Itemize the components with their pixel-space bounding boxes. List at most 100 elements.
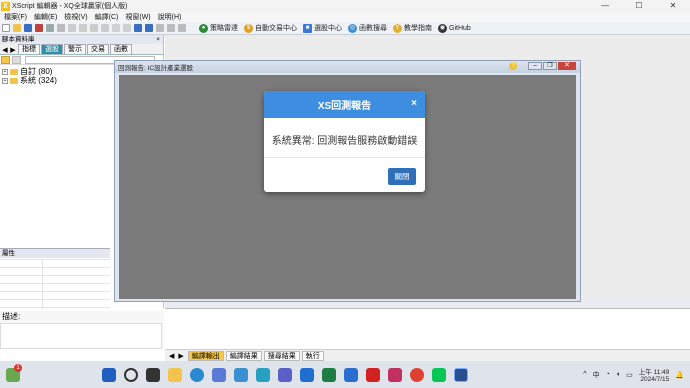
battery-icon[interactable]: ▭ bbox=[626, 371, 633, 379]
menu-bar: 檔案(F) 編輯(E) 檢視(V) 編譯(C) 視窗(W) 說明(H) bbox=[0, 12, 690, 22]
window-title: XScript 編輯器 - XQ全球贏家(個人版) bbox=[12, 3, 128, 10]
store-icon[interactable] bbox=[234, 367, 248, 382]
tab-compile-output[interactable]: 編譯輸出 bbox=[187, 350, 224, 361]
teams-icon[interactable] bbox=[212, 367, 226, 382]
menu-compile[interactable]: 編譯(C) bbox=[95, 12, 119, 22]
ime-indicator[interactable]: 中 bbox=[593, 370, 600, 380]
search-icon[interactable] bbox=[124, 367, 138, 382]
start-icon[interactable] bbox=[102, 367, 116, 382]
paste-icon[interactable] bbox=[68, 24, 76, 32]
teams-chat-icon[interactable] bbox=[278, 367, 292, 382]
new-file-icon[interactable] bbox=[2, 24, 10, 32]
menu-help[interactable]: 說明(H) bbox=[158, 12, 182, 22]
expand-icon[interactable]: + bbox=[2, 77, 8, 84]
maximize-button[interactable]: ☐ bbox=[622, 0, 656, 12]
tab-next-icon[interactable]: ▶ bbox=[178, 352, 183, 360]
chart-app-icon[interactable] bbox=[256, 367, 270, 382]
child-minimize-button[interactable]: – bbox=[528, 62, 542, 70]
dialog-header: XS回測報告 × bbox=[264, 91, 425, 118]
outdent-icon[interactable] bbox=[123, 24, 131, 32]
stock-screener-link[interactable]: ■ 選股中心 bbox=[303, 23, 342, 33]
menu-edit[interactable]: 編輯(E) bbox=[34, 12, 57, 22]
task-view-icon[interactable] bbox=[146, 367, 160, 382]
properties-title: 屬性 bbox=[2, 250, 15, 257]
clock[interactable]: 上午 11:49 2024/7/15 bbox=[639, 366, 670, 383]
dialog-close-button[interactable]: 關閉 bbox=[388, 168, 416, 185]
screener-icon: ■ bbox=[303, 23, 312, 33]
properties-grid-divider bbox=[42, 259, 43, 309]
folder-icon bbox=[10, 77, 18, 84]
folder-icon bbox=[10, 68, 18, 75]
panel-close-icon[interactable]: × bbox=[156, 35, 160, 44]
description-panel: 描述: bbox=[0, 311, 164, 349]
tab-prev-icon[interactable]: ◀ bbox=[1, 46, 9, 54]
properties-panel: 屬性 bbox=[0, 248, 110, 309]
properties-grid bbox=[0, 259, 110, 309]
media-icon[interactable] bbox=[388, 367, 402, 382]
strategy-radar-link[interactable]: ● 策略雷達 bbox=[199, 23, 238, 33]
line-icon[interactable] bbox=[432, 367, 446, 382]
menu-file[interactable]: 檔案(F) bbox=[4, 12, 27, 22]
tab-screener[interactable]: 選股 bbox=[41, 44, 63, 54]
close-button[interactable]: ✕ bbox=[656, 0, 690, 12]
folder-view-icon[interactable] bbox=[1, 55, 10, 64]
help-icon[interactable]: ? bbox=[509, 62, 517, 70]
tab-alert[interactable]: 警示 bbox=[64, 44, 86, 54]
tutorial-link[interactable]: Y 教學指南 bbox=[393, 23, 432, 33]
child-restore-button[interactable]: ❐ bbox=[543, 62, 557, 70]
open-folder-icon[interactable] bbox=[13, 24, 21, 32]
tab-trade[interactable]: 交易 bbox=[87, 44, 109, 54]
auto-trading-link[interactable]: $ 自動交易中心 bbox=[244, 23, 297, 33]
indent-icon[interactable] bbox=[112, 24, 120, 32]
clock-date: 2024/7/15 bbox=[640, 376, 670, 383]
backtest-window-title: 回測報告: IC設計產業選股 bbox=[118, 65, 194, 72]
panel-tabs: ◀ ▶ 指標 選股 警示 交易 函數 bbox=[0, 44, 163, 55]
widget-icon[interactable]: 1 bbox=[6, 363, 22, 382]
expand-icon[interactable]: + bbox=[2, 68, 8, 75]
xscript-taskbar-icon[interactable] bbox=[454, 367, 468, 382]
edge-icon[interactable] bbox=[190, 367, 204, 382]
wifi-icon[interactable]: ◔ bbox=[606, 371, 610, 378]
list-view-icon[interactable] bbox=[12, 55, 21, 64]
properties-header: 屬性 bbox=[0, 249, 110, 258]
cut-icon[interactable] bbox=[46, 24, 54, 32]
find-icon[interactable] bbox=[101, 24, 109, 32]
app-icon[interactable] bbox=[344, 367, 358, 382]
outlook-icon[interactable] bbox=[300, 367, 314, 382]
save-icon[interactable] bbox=[24, 24, 32, 32]
minimize-button[interactable]: — bbox=[588, 0, 622, 12]
insert-icon[interactable] bbox=[167, 24, 175, 32]
tab-next-icon[interactable]: ▶ bbox=[9, 46, 17, 54]
file-explorer-icon[interactable] bbox=[168, 367, 182, 382]
function-search-link[interactable]: ◎ 函數搜尋 bbox=[348, 23, 387, 33]
tab-prev-icon[interactable]: ◀ bbox=[169, 352, 174, 360]
font-increase-icon[interactable] bbox=[134, 24, 142, 32]
excel-icon[interactable] bbox=[322, 367, 336, 382]
tab-function[interactable]: 函數 bbox=[110, 44, 132, 54]
tab-compile-result[interactable]: 編譯結果 bbox=[225, 350, 262, 361]
child-close-button[interactable]: ✕ bbox=[558, 62, 576, 70]
menu-view[interactable]: 檢視(V) bbox=[64, 12, 87, 22]
copy-icon[interactable] bbox=[57, 24, 65, 32]
tab-search-result[interactable]: 搜尋結果 bbox=[263, 350, 300, 361]
compile-icon[interactable] bbox=[156, 24, 164, 32]
description-label: 描述: bbox=[2, 312, 21, 321]
dialog-close-icon[interactable]: × bbox=[411, 98, 417, 109]
volume-icon[interactable]: ◖ bbox=[616, 371, 620, 378]
taskbar: 1 ^ 中 ◔ ◖ ▭ 上午 11:49 2024/7/15 🔔 bbox=[0, 361, 690, 388]
notification-icon[interactable]: 🔔 bbox=[675, 371, 684, 379]
tool-icon[interactable] bbox=[178, 24, 186, 32]
tab-run[interactable]: 執行 bbox=[301, 350, 324, 361]
error-dialog: XS回測報告 × 系統異常: 回測報告服務啟動錯誤 關閉 bbox=[264, 91, 425, 192]
delete-icon[interactable] bbox=[35, 24, 43, 32]
menu-window[interactable]: 視窗(W) bbox=[125, 12, 150, 22]
tab-indicator[interactable]: 指標 bbox=[18, 44, 40, 54]
font-decrease-icon[interactable] bbox=[145, 24, 153, 32]
redo-icon[interactable] bbox=[90, 24, 98, 32]
github-link[interactable]: ◉ GitHub bbox=[438, 23, 471, 33]
chrome-icon[interactable] bbox=[410, 367, 424, 382]
undo-icon[interactable] bbox=[79, 24, 87, 32]
tray-expand-icon[interactable]: ^ bbox=[583, 371, 586, 378]
toolbar: ● 策略雷達 $ 自動交易中心 ■ 選股中心 ◎ 函數搜尋 Y 教學指南 ◉ GitHub bbox=[0, 22, 690, 35]
youtube-icon[interactable] bbox=[366, 367, 380, 382]
